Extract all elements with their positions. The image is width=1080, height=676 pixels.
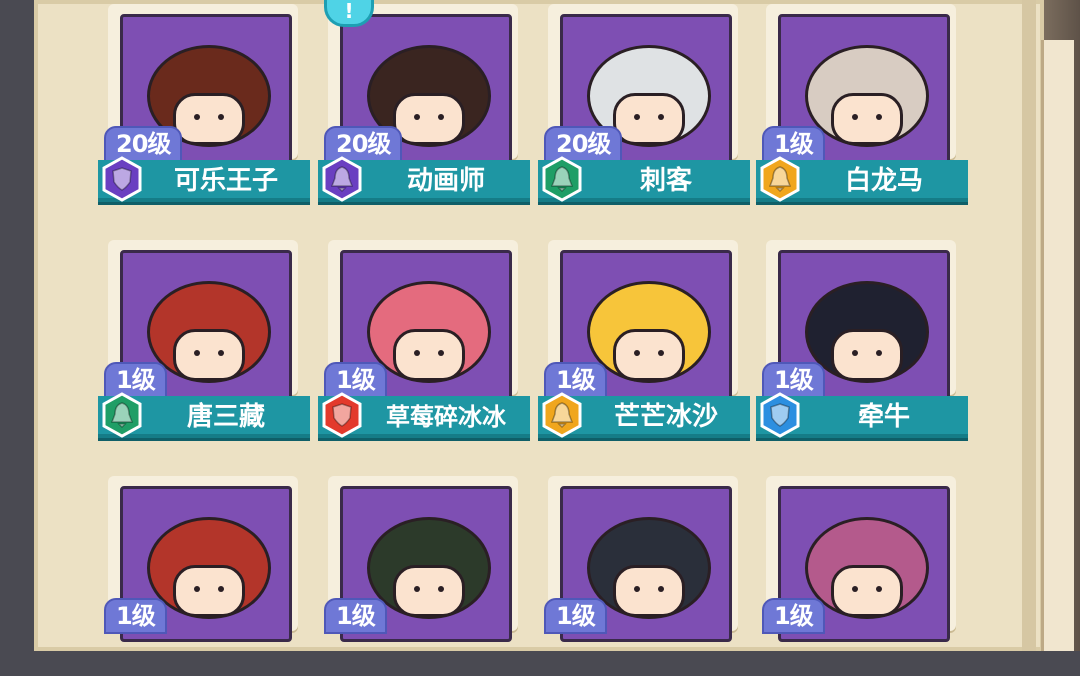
eye <box>414 586 420 592</box>
character-card[interactable]: 20级 刺客 <box>538 4 750 204</box>
character-card[interactable]: 1级 唐三藏 <box>98 240 310 440</box>
character-face <box>393 93 465 145</box>
character-card[interactable]: 1级 <box>544 476 738 676</box>
eye <box>414 114 420 120</box>
character-face <box>613 329 685 381</box>
character-card[interactable]: 1级 <box>104 476 298 676</box>
character-face <box>613 93 685 145</box>
character-card[interactable]: 1级 <box>762 476 956 676</box>
eye <box>194 586 200 592</box>
character-card[interactable]: 1级 白龙马 <box>756 4 968 204</box>
character-card[interactable]: 1级 牵牛 <box>756 240 968 440</box>
character-face <box>173 93 245 145</box>
level-badge: 1级 <box>762 598 825 634</box>
character-name: 刺客 <box>639 166 692 196</box>
character-card[interactable]: 1级 <box>324 476 518 676</box>
character-name: 白龙马 <box>844 166 923 196</box>
eye <box>876 350 882 356</box>
character-name: 唐三藏 <box>186 402 265 432</box>
eye <box>658 350 664 356</box>
character-face <box>831 93 903 145</box>
eye <box>852 350 858 356</box>
bell-icon <box>542 392 582 438</box>
shield-icon <box>102 156 142 202</box>
eye <box>876 114 882 120</box>
shield-icon <box>322 392 362 438</box>
level-badge: 1级 <box>104 598 167 634</box>
character-face <box>173 329 245 381</box>
character-face <box>393 565 465 617</box>
eye <box>414 350 420 356</box>
character-name: 芒芒冰沙 <box>613 402 718 432</box>
eye <box>634 350 640 356</box>
bell-icon <box>322 156 362 202</box>
eye <box>852 114 858 120</box>
eye <box>438 350 444 356</box>
character-grid: 20级 可乐王子 20级 动画师 20级 刺客 1级 白龙马 1级 唐三藏 1级 草莓碎冰冰 1级 芒芒冰… <box>0 0 1080 651</box>
character-card[interactable]: 20级 可乐王子 <box>98 4 310 204</box>
bell-icon <box>102 392 142 438</box>
character-face <box>831 565 903 617</box>
character-card[interactable]: 1级 芒芒冰沙 <box>538 240 750 440</box>
eye <box>218 350 224 356</box>
bell-icon <box>542 156 582 202</box>
character-name: 牵牛 <box>857 402 910 432</box>
eye <box>194 350 200 356</box>
eye <box>876 586 882 592</box>
character-name: 动画师 <box>406 166 485 196</box>
character-face <box>173 565 245 617</box>
eye <box>438 114 444 120</box>
eye <box>438 586 444 592</box>
character-name: 草莓碎冰冰 <box>386 403 506 431</box>
level-badge: 1级 <box>324 598 387 634</box>
character-card[interactable]: 20级 动画师 <box>318 4 530 204</box>
shield-icon <box>760 392 800 438</box>
character-face <box>613 565 685 617</box>
level-badge: 1级 <box>544 598 607 634</box>
character-face <box>831 329 903 381</box>
character-card[interactable]: 1级 草莓碎冰冰 <box>318 240 530 440</box>
character-name: 可乐王子 <box>173 166 278 196</box>
eye <box>194 114 200 120</box>
eye <box>658 114 664 120</box>
bell-icon <box>760 156 800 202</box>
character-face <box>393 329 465 381</box>
eye <box>218 114 224 120</box>
eye <box>634 586 640 592</box>
eye <box>658 586 664 592</box>
eye <box>634 114 640 120</box>
eye <box>852 586 858 592</box>
eye <box>218 586 224 592</box>
